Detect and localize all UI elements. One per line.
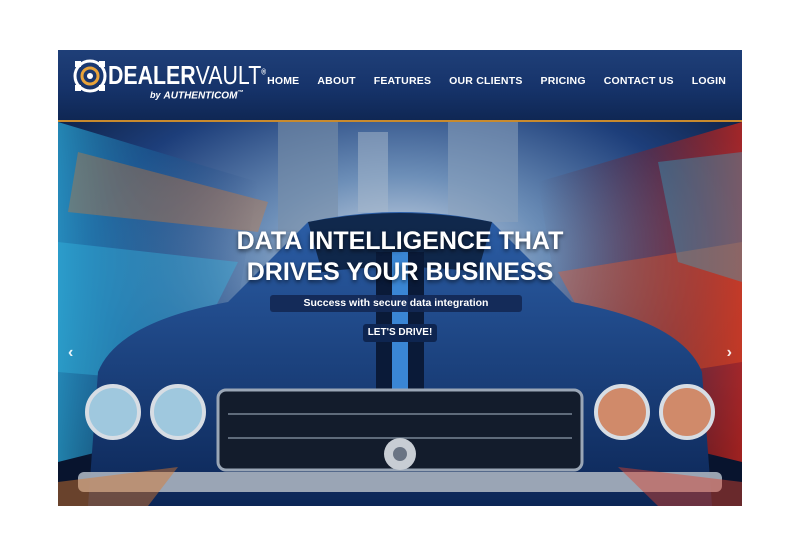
nav-contact-us[interactable]: CONTACT US [604, 75, 674, 87]
nav-pricing[interactable]: PRICING [541, 75, 586, 87]
nav-about[interactable]: ABOUT [317, 75, 355, 87]
logo-parent-text: AUTHENTICOM [163, 90, 238, 102]
logo-vault-text: VAULT [195, 60, 262, 90]
dealervault-logo[interactable]: DEALERVAULT® by AUTHENTICOM™ [72, 58, 266, 114]
website-frame: DEALERVAULT® by AUTHENTICOM™ HOME ABOUT F… [58, 50, 742, 506]
logo-byline: by AUTHENTICOM™ [150, 90, 243, 101]
logo-trademark: ® [261, 67, 267, 77]
nav-home[interactable]: HOME [267, 75, 299, 87]
hero-headline-line1: DATA INTELLIGENCE THAT [236, 227, 564, 255]
hero-headline-line2: DRIVES YOUR BUSINESS [246, 258, 554, 286]
nav-our-clients[interactable]: OUR CLIENTS [449, 75, 522, 87]
slider-prev-arrow-icon[interactable]: ‹ [68, 344, 73, 362]
logo-parent-tm: ™ [237, 90, 244, 96]
hero-subtitle: Success with secure data integration [270, 295, 522, 312]
nav-features[interactable]: FEATURES [374, 75, 431, 87]
slider-next-arrow-icon[interactable]: › [727, 344, 732, 362]
logo-wordmark: DEALERVAULT® [108, 60, 266, 91]
main-nav: HOME ABOUT FEATURES OUR CLIENTS PRICING … [267, 75, 726, 87]
hero-headline: DATA INTELLIGENCE THAT DRIVES YOUR BUSIN… [58, 226, 742, 288]
logo-by-text: by [150, 90, 161, 101]
vault-logo-icon [73, 59, 107, 93]
lets-drive-button[interactable]: LET'S DRIVE! [363, 324, 437, 342]
nav-login[interactable]: LOGIN [692, 75, 726, 87]
hero-slider: DATA INTELLIGENCE THAT DRIVES YOUR BUSIN… [58, 122, 742, 506]
logo-dealer-text: DEALER [108, 60, 196, 90]
hero-car-image [58, 122, 742, 506]
top-navbar: DEALERVAULT® by AUTHENTICOM™ HOME ABOUT F… [58, 50, 742, 122]
